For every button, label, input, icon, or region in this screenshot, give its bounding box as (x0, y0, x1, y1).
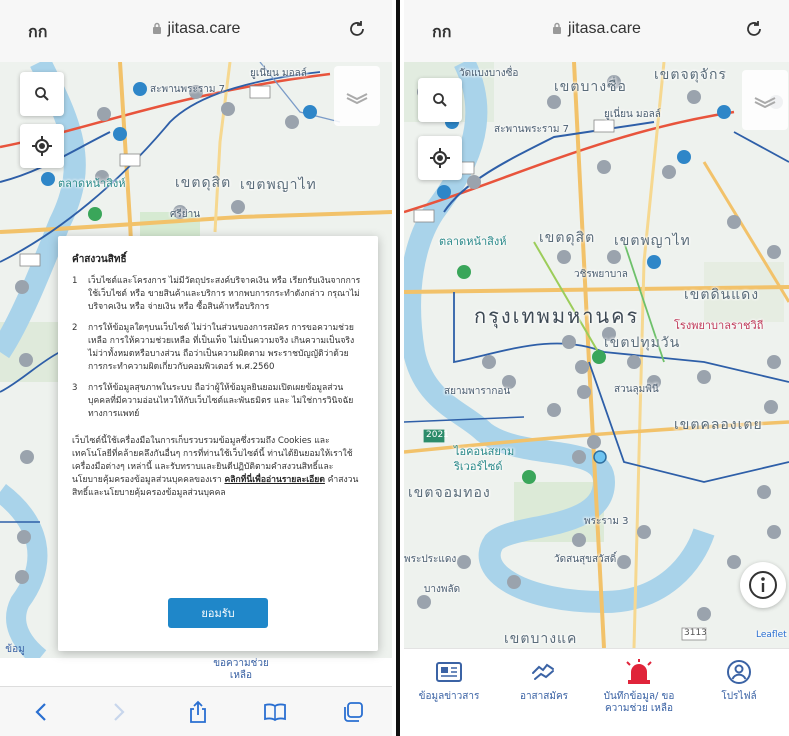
forward-button[interactable] (104, 697, 134, 727)
map-label-sriyan: ศรีย่าน (170, 209, 201, 220)
map-label-bridge: สะพานพระราม 7 (494, 124, 569, 135)
map-label-bangkhae: เขตบางแค (504, 631, 578, 647)
browser-url-bar[interactable]: กก jitasa.care (0, 0, 392, 62)
map-label-bangsue: เขตบางซื่อ (554, 79, 627, 95)
tabs-button[interactable] (338, 697, 368, 727)
domain-text: jitasa.care (167, 20, 241, 37)
layers-icon (754, 97, 776, 109)
map-label-jomthong: เขตจอมทอง (408, 485, 491, 501)
alarm-icon (626, 659, 652, 684)
details-link[interactable]: คลิกที่นี่เพื่ออ่านรายละเอียด (224, 475, 324, 485)
map-label-phayathai: เขตพญาไท (614, 233, 691, 249)
volunteer-icon (532, 663, 554, 680)
map-label-bangyai: พระประแดง (404, 554, 457, 565)
nav-profile-label: โปรไฟล์ (721, 691, 757, 702)
map-locate-button[interactable] (418, 136, 462, 180)
map-view[interactable]: วัดแบงบางซื่อ เขตบางซื่อ เขตจตุจักร ยูเน… (404, 62, 789, 648)
map-label-dusit: เขตดุสิต (539, 230, 596, 246)
map-label-hospital: โรงพยาบาลราชวิถี (674, 319, 764, 332)
accept-button[interactable]: ยอมรับ (168, 598, 268, 628)
nav-request-help-label: บันทึกข้อมูล/ ขอความช่วย เหลือ (603, 691, 675, 714)
screenshot-divider (396, 0, 400, 736)
map-label-dindaeng: เขตดินแดง (684, 287, 760, 303)
disclaimer-item: 3 การให้ข้อมูลสุขภาพในระบบ ถือว่าผู้ให้ข้… (72, 383, 354, 419)
map-label-phayathai: เขตพญาไท (240, 177, 317, 193)
disclaimer-modal: คำสงวนสิทธิ์ 1 เว็บไซต์และโครงการ ไม่มีวั… (58, 236, 378, 651)
safari-toolbar (0, 686, 392, 736)
nav-news[interactable]: ข้อมูลข่าวสาร (404, 657, 494, 703)
map-info-button[interactable] (740, 562, 786, 608)
map-locate-button[interactable] (20, 124, 64, 168)
disclaimer-item: 1 เว็บไซต์และโครงการ ไม่มีวัตถุประสงค์บริ… (72, 276, 361, 312)
map-label-road: 2021 (426, 430, 449, 440)
layers-icon (346, 93, 368, 105)
chevron-right-icon (114, 703, 125, 721)
reload-icon[interactable] (346, 18, 368, 40)
tabs-icon (344, 702, 363, 722)
nav-peek-info[interactable]: ข้อมู (0, 644, 30, 656)
crosshair-icon (430, 148, 450, 168)
crosshair-icon (32, 136, 52, 156)
leaflet-attribution[interactable]: Leaflet (756, 630, 787, 640)
back-button[interactable] (26, 697, 56, 727)
map-label-market: ตลาดหน้าสิงห์ (58, 177, 126, 190)
map-label-watbangsue: วัดแบงบางซื่อ (459, 68, 519, 79)
map-label-bridge: สะพานพระราม 7 (150, 84, 225, 95)
disclaimer-list: 1 เว็บไซต์และโครงการ ไม่มีวัตถุประสงค์บริ… (72, 275, 364, 421)
info-icon (749, 571, 777, 599)
left-phone-screen: กก jitasa.care สะพานพระราม 7 ยูเนี่ยน มอ… (0, 0, 392, 736)
map-label-rama3: พระราม 3 (584, 516, 629, 527)
nav-profile[interactable]: โปรไฟล์ (694, 657, 784, 703)
left-bottom-nav-peek: ข้อมู ขอความช่วย เหลือ (0, 644, 392, 682)
map-label-klongtoei: เขตคลองเตย (674, 417, 763, 433)
cookie-paragraph: เว็บไซต์นี้ใช้เครื่องมือในการเก็บรวบรวมข… (72, 436, 359, 498)
url-domain[interactable]: jitasa.care (404, 20, 789, 38)
map-label-market: ตลาดหน้าสิงห์ (439, 235, 507, 248)
nav-volunteer[interactable]: อาสาสมัคร (499, 657, 589, 703)
browser-url-bar[interactable]: กก jitasa.care (404, 0, 789, 62)
map-search-button[interactable] (20, 72, 64, 116)
map-label-vachira: วชิรพยาบาล (574, 269, 628, 280)
chevron-left-icon (35, 703, 46, 721)
map-label-yanhee: ยูเนี่ยน มอลล์ (250, 68, 307, 79)
map-label-pakkret: บางพลัด (424, 584, 461, 595)
map-label-bangkok: กรุงเทพมหานคร (474, 304, 640, 328)
map-label-lumpini: สวนลุมพินี (614, 384, 659, 395)
url-domain[interactable]: jitasa.care (0, 20, 392, 38)
reload-icon[interactable] (743, 18, 765, 40)
domain-text: jitasa.care (568, 20, 641, 37)
profile-icon (727, 660, 751, 684)
bottom-nav: ข้อมูลข่าวสาร อาสาสมัคร บันทึกข้อมูล/ ขอ… (404, 648, 789, 736)
nav-request-help[interactable]: บันทึกข้อมูล/ ขอความช่วย เหลือ (594, 657, 684, 715)
map-label-yanhee: ยูเนี่ยน มอลล์ (604, 109, 661, 120)
map-label-3113: 3113 (684, 628, 707, 638)
lock-icon (152, 22, 161, 34)
search-icon (35, 87, 49, 101)
bookmarks-button[interactable] (260, 697, 290, 727)
nav-peek-help[interactable]: ขอความช่วย เหลือ (196, 658, 286, 682)
map-label-siam: สยามพารากอน (444, 386, 511, 397)
map-label-dusit: เขตดุสิต (175, 175, 232, 191)
map-label-suksawat: วัดสนสุขสวัสดิ์ (554, 554, 617, 565)
share-icon (190, 700, 206, 723)
news-icon (436, 662, 462, 682)
map-layers-button[interactable] (334, 66, 380, 126)
share-button[interactable] (183, 697, 213, 727)
lock-icon (553, 22, 562, 34)
map-label-riverside: ริเวอร์ไซด์ (454, 460, 503, 473)
map-label-chatuchak: เขตจตุจักร (654, 67, 727, 83)
nav-volunteer-label: อาสาสมัคร (519, 691, 569, 702)
modal-title: คำสงวนสิทธิ์ (72, 254, 127, 265)
disclaimer-item: 2 การให้ข้อมูลใดๆบนเว็บไซต์ ไม่ว่าในส่วนข… (72, 323, 355, 372)
map-layers-button[interactable] (742, 70, 788, 130)
map-search-button[interactable] (418, 78, 462, 122)
search-icon (433, 93, 447, 107)
right-phone-screen: กก jitasa.care วัดแบงบางซื่อ เขตบางซื่อ … (404, 0, 789, 736)
nav-news-label: ข้อมูลข่าวสาร (418, 691, 480, 702)
map-label-pathumwan: เขตปทุมวัน (604, 335, 681, 351)
book-icon (264, 703, 286, 722)
